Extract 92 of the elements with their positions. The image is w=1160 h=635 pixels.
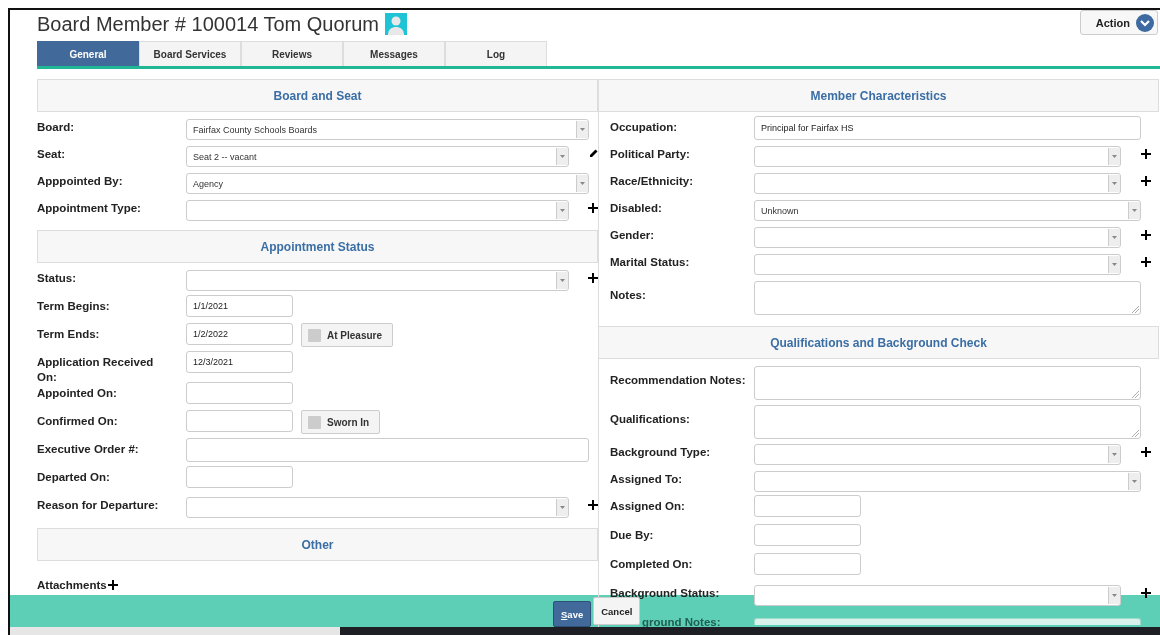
field-label: Completed On: <box>610 557 694 572</box>
field-label: Occupation: <box>610 120 679 135</box>
field-label: Executive Order #: <box>37 442 140 457</box>
tab[interactable]: Board Services <box>139 41 241 66</box>
add-icon[interactable] <box>1141 176 1151 186</box>
field-label: Status: <box>37 271 77 286</box>
date-field[interactable] <box>186 382 293 404</box>
tab[interactable]: Reviews <box>241 41 343 66</box>
field-label: Board: <box>37 120 76 135</box>
add-icon[interactable] <box>588 273 598 283</box>
text-field[interactable] <box>186 438 589 462</box>
field-label: Attachments <box>37 579 107 591</box>
field-label: Background Type: <box>610 445 712 460</box>
person-avatar-icon <box>385 12 408 35</box>
field-label: Political Party: <box>610 147 691 162</box>
date-field[interactable] <box>754 553 861 575</box>
add-icon[interactable] <box>1141 230 1151 240</box>
field-label: Apppointed By: <box>37 174 124 189</box>
date-field[interactable] <box>754 495 861 517</box>
field-label: Recommendation Notes: <box>610 373 747 388</box>
date-field[interactable]: 1/1/2021 <box>186 295 293 317</box>
dropdown[interactable] <box>754 173 1121 194</box>
text-area[interactable] <box>754 281 1141 315</box>
dropdown[interactable]: Unknown <box>754 200 1141 221</box>
field-label: Term Ends: <box>37 327 101 342</box>
tab[interactable]: Log <box>445 41 547 66</box>
dropdown[interactable] <box>754 254 1121 275</box>
action-button[interactable]: Action <box>1080 10 1158 35</box>
add-icon[interactable] <box>1141 149 1151 159</box>
date-field[interactable]: 1/2/2022 <box>186 323 293 345</box>
text-field[interactable]: Principal for Fairfax HS <box>754 116 1141 140</box>
field-label: Appointed On: <box>37 386 118 401</box>
dropdown[interactable] <box>754 471 1141 492</box>
field-label: Assigned To: <box>610 472 683 487</box>
field-label: Appointment Type: <box>37 201 142 216</box>
add-icon[interactable] <box>1141 447 1151 457</box>
field-label: Gender: <box>610 228 656 243</box>
dropdown[interactable] <box>186 270 569 291</box>
dropdown[interactable]: Fairfax County Schools Boards <box>186 119 589 140</box>
field-label: Confirmed On: <box>37 414 119 429</box>
field-label: Reason for Departure: <box>37 498 160 513</box>
chevron-down-icon <box>1136 13 1154 32</box>
field-label: Due By: <box>610 528 655 543</box>
dropdown[interactable] <box>186 497 569 518</box>
text-area[interactable] <box>754 366 1141 400</box>
section-header: Qualifications and Background Check <box>599 326 1159 359</box>
section-header: Member Characteristics <box>599 79 1159 112</box>
checkbox[interactable] <box>308 328 321 342</box>
resize-grip-icon[interactable] <box>1132 306 1139 313</box>
text-area[interactable] <box>754 618 1141 625</box>
section-header: Appointment Status <box>37 230 598 263</box>
resize-grip-icon[interactable] <box>1132 430 1139 437</box>
section-header: Other <box>37 528 598 561</box>
dropdown[interactable] <box>754 585 1121 606</box>
field-label: Seat: <box>37 147 67 162</box>
cancel-button[interactable]: Cancel <box>593 597 641 625</box>
date-field[interactable]: 12/3/2021 <box>186 351 293 373</box>
field-label: Notes: <box>610 288 647 303</box>
date-field[interactable] <box>754 524 861 546</box>
tab[interactable]: General <box>37 41 139 66</box>
save-button[interactable]: Save <box>553 601 592 627</box>
dropdown[interactable] <box>754 227 1121 248</box>
date-field[interactable] <box>186 466 293 488</box>
dropdown[interactable]: Agency <box>186 173 589 194</box>
text-area[interactable] <box>754 405 1141 439</box>
dropdown[interactable]: Seat 2 -- vacant <box>186 146 569 167</box>
add-icon[interactable] <box>1141 588 1151 598</box>
field-label: Disabled: <box>610 201 663 216</box>
field-label: Qualifications: <box>610 412 691 427</box>
resize-grip-icon[interactable] <box>1132 391 1139 398</box>
dropdown[interactable] <box>754 146 1121 167</box>
date-field[interactable] <box>186 410 293 432</box>
field-label: ground Notes: <box>641 615 722 630</box>
checkbox[interactable] <box>308 415 321 429</box>
tab[interactable]: Messages <box>343 41 445 66</box>
add-icon[interactable] <box>1141 257 1151 267</box>
dropdown[interactable] <box>754 444 1121 465</box>
field-label: Marital Status: <box>610 255 691 270</box>
section-header: Board and Seat <box>37 79 598 112</box>
checkbox-button[interactable]: At Pleasure <box>301 323 394 347</box>
add-icon[interactable] <box>588 203 598 213</box>
field-label: Race/Ethnicity: <box>610 174 695 189</box>
field-label: Application Received On: <box>37 355 155 385</box>
field-label: Assigned On: <box>610 499 686 514</box>
field-label: Term Begins: <box>37 299 111 314</box>
add-icon[interactable] <box>107 580 118 590</box>
add-icon[interactable] <box>588 500 598 510</box>
field-label: Departed On: <box>37 470 111 485</box>
page-title: Board Member # 100014 Tom Quorum <box>37 12 380 35</box>
checkbox-button[interactable]: Sworn In <box>301 410 381 434</box>
pencil-icon[interactable] <box>589 149 598 158</box>
dropdown[interactable] <box>186 200 569 221</box>
